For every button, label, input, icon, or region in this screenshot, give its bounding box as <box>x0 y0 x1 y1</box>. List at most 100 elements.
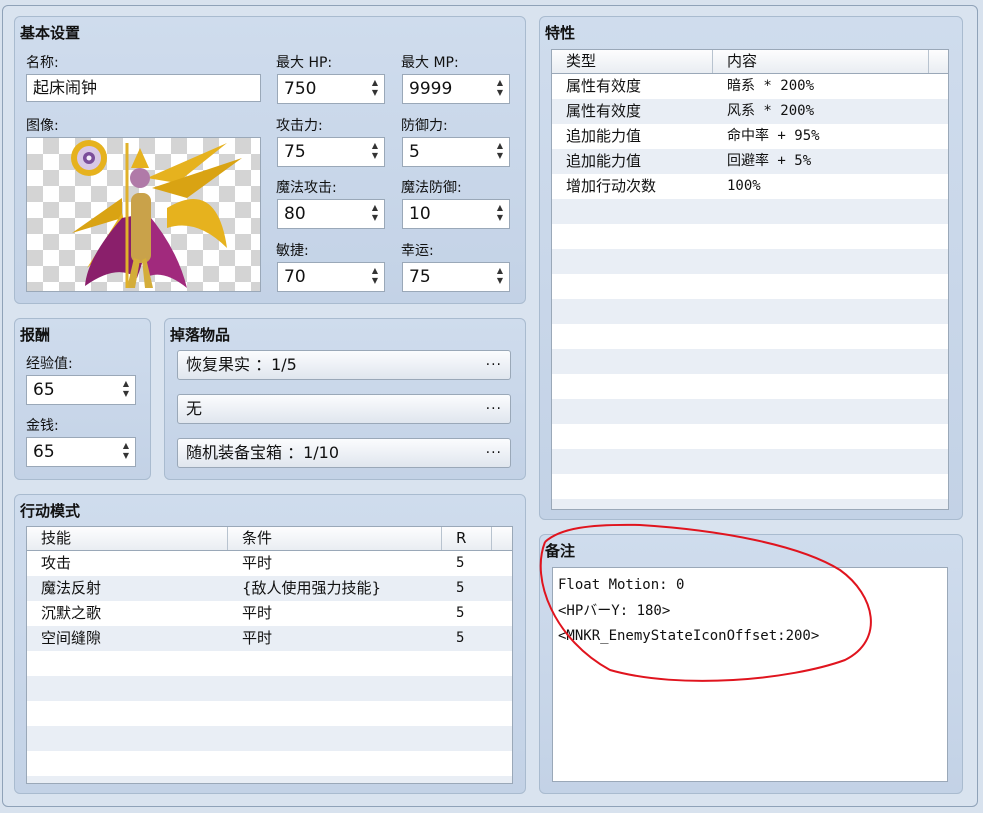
max-hp-spinner[interactable]: 750 ▲ ▼ <box>277 74 385 104</box>
enemy-image-selector[interactable] <box>26 137 261 292</box>
table-row[interactable]: 沉默之歌 平时 5 <box>27 601 512 626</box>
action-patterns-table[interactable]: 技能 条件 R 攻击 平时 5 魔法反射 {敌人使用强力技能} 5 沉默之歌 平时 5 空间… <box>26 526 513 784</box>
max-hp-label: 最大 HP: <box>276 55 333 71</box>
content-cell: 暗系 * 200% <box>727 78 815 94</box>
condition-cell: 平时 <box>242 554 273 572</box>
max-hp-value: 750 <box>284 79 317 99</box>
column-rating[interactable]: R <box>442 527 492 550</box>
agility-label: 敏捷: <box>276 243 309 259</box>
name-input[interactable]: 起床闹钟 <box>26 74 261 102</box>
note-title: 备注 <box>545 542 576 560</box>
magic-defense-spinner[interactable]: 10 ▲ ▼ <box>402 199 510 229</box>
type-cell: 属性有效度 <box>566 77 642 95</box>
skill-cell: 魔法反射 <box>41 579 102 597</box>
enemy-sprite <box>71 140 242 288</box>
table-row[interactable]: 追加能力值 回避率 + 5% <box>552 149 948 174</box>
drop-item-1-label: 恢复果实 ：1/5 <box>186 355 297 374</box>
column-type[interactable]: 类型 <box>552 50 713 73</box>
spin-arrows-icon[interactable]: ▲ ▼ <box>495 78 505 98</box>
type-cell: 追加能力值 <box>566 127 642 145</box>
defense-value: 5 <box>409 142 420 162</box>
table-row[interactable]: 攻击 平时 5 <box>27 551 512 576</box>
type-cell: 属性有效度 <box>566 102 642 120</box>
rating-cell: 5 <box>456 555 465 571</box>
ellipsis-icon: ··· <box>485 401 502 417</box>
spin-arrows-icon[interactable]: ▲ ▼ <box>121 379 131 399</box>
image-label: 图像: <box>26 118 59 134</box>
defense-label: 防御力: <box>401 118 448 134</box>
drop-item-3-label: 随机装备宝箱 ：1/10 <box>186 443 340 462</box>
ellipsis-icon: ··· <box>485 357 502 373</box>
skill-cell: 沉默之歌 <box>41 604 102 622</box>
spin-arrows-icon[interactable]: ▲ ▼ <box>495 141 505 161</box>
rating-cell: 5 <box>456 630 465 646</box>
magic-attack-value: 80 <box>284 204 306 224</box>
spin-arrows-icon[interactable]: ▲ ▼ <box>495 203 505 223</box>
drop-items-title: 掉落物品 <box>170 326 231 344</box>
magic-attack-label: 魔法攻击: <box>276 180 337 196</box>
action-patterns-title: 行动模式 <box>20 502 81 520</box>
traits-title: 特性 <box>545 24 576 42</box>
action-table-header: 技能 条件 R <box>27 527 512 551</box>
rating-cell: 5 <box>456 580 465 596</box>
traits-table[interactable]: 类型 内容 属性有效度 暗系 * 200% 属性有效度 风系 * 200% 追加能力… <box>551 49 949 510</box>
spin-arrows-icon[interactable]: ▲ ▼ <box>370 203 380 223</box>
gold-value: 65 <box>33 442 55 462</box>
exp-label: 经验值: <box>26 356 73 372</box>
gold-label: 金钱: <box>26 418 59 434</box>
exp-spinner[interactable]: 65 ▲ ▼ <box>26 375 136 405</box>
max-mp-spinner[interactable]: 9999 ▲ ▼ <box>402 74 510 104</box>
note-line: <HPバーY: 180> <box>558 602 671 619</box>
type-cell: 追加能力值 <box>566 152 642 170</box>
luck-label: 幸运: <box>401 243 434 259</box>
spin-arrows-icon[interactable]: ▲ ▼ <box>370 141 380 161</box>
column-condition[interactable]: 条件 <box>228 527 442 550</box>
magic-attack-spinner[interactable]: 80 ▲ ▼ <box>277 199 385 229</box>
luck-spinner[interactable]: 75 ▲ ▼ <box>402 262 510 292</box>
skill-cell: 攻击 <box>41 554 72 572</box>
table-row[interactable]: 空间缝隙 平时 5 <box>27 626 512 651</box>
table-row[interactable]: 增加行动次数 100% <box>552 174 948 199</box>
ellipsis-icon: ··· <box>485 445 502 461</box>
magic-defense-label: 魔法防御: <box>401 180 462 196</box>
exp-value: 65 <box>33 380 55 400</box>
drop-item-2-label: 无 <box>186 399 203 418</box>
table-row[interactable]: 属性有效度 风系 * 200% <box>552 99 948 124</box>
spin-arrows-icon[interactable]: ▲ ▼ <box>121 441 131 461</box>
content-cell: 风系 * 200% <box>727 103 815 119</box>
condition-cell: 平时 <box>242 604 273 622</box>
reward-title: 报酬 <box>20 326 51 344</box>
basic-settings-title: 基本设置 <box>20 24 81 42</box>
spin-arrows-icon[interactable]: ▲ ▼ <box>495 266 505 286</box>
defense-spinner[interactable]: 5 ▲ ▼ <box>402 137 510 167</box>
condition-cell: 平时 <box>242 629 273 647</box>
magic-defense-value: 10 <box>409 204 431 224</box>
drop-item-1[interactable]: 恢复果实 ：1/5 ··· <box>177 350 511 380</box>
note-textarea[interactable]: Float Motion: 0 <HPバーY: 180> <MNKR_Enemy… <box>552 567 948 782</box>
spin-arrows-icon[interactable]: ▲ ▼ <box>370 266 380 286</box>
condition-cell: {敌人使用强力技能} <box>242 579 382 597</box>
table-row[interactable]: 魔法反射 {敌人使用强力技能} 5 <box>27 576 512 601</box>
luck-value: 75 <box>409 267 431 287</box>
content-cell: 100% <box>727 178 761 194</box>
column-content[interactable]: 内容 <box>713 50 929 73</box>
traits-table-header: 类型 内容 <box>552 50 948 74</box>
column-skill[interactable]: 技能 <box>27 527 228 550</box>
note-line: Float Motion: 0 <box>558 577 685 593</box>
max-mp-value: 9999 <box>409 79 453 99</box>
skill-cell: 空间缝隙 <box>41 629 102 647</box>
content-cell: 回避率 + 5% <box>727 153 812 169</box>
table-row[interactable]: 属性有效度 暗系 * 200% <box>552 74 948 99</box>
rating-cell: 5 <box>456 605 465 621</box>
attack-label: 攻击力: <box>276 118 323 134</box>
drop-item-3[interactable]: 随机装备宝箱 ：1/10 ··· <box>177 438 511 468</box>
table-row[interactable]: 追加能力值 命中率 + 95% <box>552 124 948 149</box>
agility-spinner[interactable]: 70 ▲ ▼ <box>277 262 385 292</box>
agility-value: 70 <box>284 267 306 287</box>
spin-arrows-icon[interactable]: ▲ ▼ <box>370 78 380 98</box>
drop-item-2[interactable]: 无 ··· <box>177 394 511 424</box>
gold-spinner[interactable]: 65 ▲ ▼ <box>26 437 136 467</box>
content-cell: 命中率 + 95% <box>727 128 820 144</box>
type-cell: 增加行动次数 <box>566 177 657 195</box>
attack-spinner[interactable]: 75 ▲ ▼ <box>277 137 385 167</box>
